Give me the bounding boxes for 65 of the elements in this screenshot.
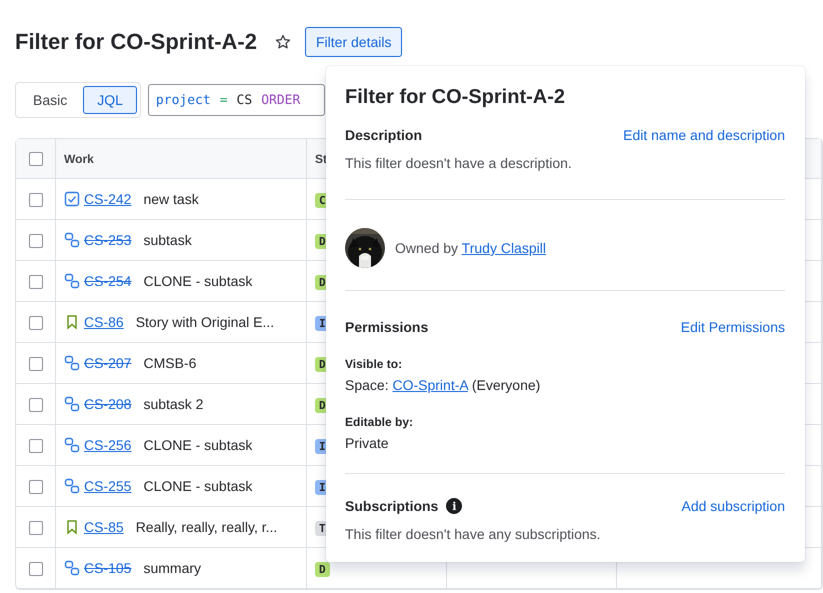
owner-link[interactable]: Trudy Claspill <box>462 240 546 256</box>
row-checkbox[interactable] <box>28 357 42 372</box>
issue-key-link[interactable]: CS-105 <box>84 560 132 576</box>
edit-description-link[interactable]: Edit name and description <box>623 127 785 143</box>
issue-summary: CMSB-6 <box>143 355 196 371</box>
issue-summary: summary <box>143 560 202 576</box>
jql-field[interactable]: project = CS ORDER <box>148 84 325 116</box>
info-icon[interactable]: i <box>446 498 462 514</box>
row-checkbox[interactable] <box>28 234 42 248</box>
issue-summary: Really, really, really, r... <box>136 519 278 535</box>
issue-summary: new task <box>143 191 199 207</box>
row-checkbox[interactable] <box>28 316 42 330</box>
space-link[interactable]: CO-Sprint-A <box>392 377 468 393</box>
issue-key-link[interactable]: CS-253 <box>84 232 132 248</box>
issue-key-link[interactable]: CS-208 <box>84 396 132 412</box>
issue-key-link[interactable]: CS-242 <box>84 191 132 207</box>
issue-summary: CLONE - subtask <box>143 437 252 453</box>
issue-summary: CLONE - subtask <box>143 273 252 289</box>
issue-summary: Story with Original E... <box>136 314 274 330</box>
row-checkbox[interactable] <box>28 275 42 290</box>
column-header[interactable]: Work <box>64 152 94 166</box>
select-all-checkbox[interactable] <box>28 152 42 166</box>
issue-summary: CLONE - subtask <box>143 478 252 494</box>
row-checkbox[interactable] <box>28 439 42 454</box>
mode-tab[interactable]: JQL <box>83 86 137 114</box>
section-heading: Subscriptions <box>345 498 438 514</box>
field-label: Visible to: <box>345 357 404 371</box>
subtask-icon <box>64 560 80 576</box>
row-checkbox[interactable] <box>28 480 42 494</box>
issue-key-link[interactable]: CS-207 <box>84 355 132 371</box>
section-heading: Description <box>345 127 422 143</box>
status-lozenge: D <box>315 562 330 576</box>
star-icon[interactable] <box>275 34 291 50</box>
row-checkbox[interactable] <box>28 521 42 536</box>
row-checkbox[interactable] <box>28 562 42 576</box>
subtask-icon <box>64 355 80 371</box>
checkbox-task-icon <box>64 191 80 207</box>
description-text: This filter doesn't have a description. <box>345 155 573 171</box>
issue-summary: subtask 2 <box>143 396 204 412</box>
subtask-icon <box>64 478 80 494</box>
issue-key-link[interactable]: CS-254 <box>84 273 132 289</box>
issue-key-link[interactable]: CS-86 <box>84 314 124 330</box>
subtask-icon <box>64 232 80 248</box>
popover-title: Filter for CO-Sprint-A-2 <box>345 86 566 109</box>
subtask-icon <box>64 396 80 412</box>
filter-details-button[interactable]: Filter details <box>305 27 402 57</box>
issue-summary: subtask <box>143 232 192 248</box>
mode-tab[interactable]: Basic <box>19 86 82 114</box>
page-title: Filter for CO-Sprint-A-2 <box>15 29 257 55</box>
issue-key-link[interactable]: CS-255 <box>84 478 132 494</box>
subtask-icon <box>64 273 80 289</box>
subtask-icon <box>64 437 80 453</box>
visibility-text: Space: CO-Sprint-A (Everyone) <box>345 377 542 393</box>
owner-text: Owned by Trudy Claspill <box>395 240 546 256</box>
field-label: Editable by: <box>345 415 414 429</box>
row-checkbox[interactable] <box>28 398 42 412</box>
editable-value: Private <box>345 435 390 451</box>
subscriptions-text: This filter doesn't have any subscriptions. <box>345 526 602 542</box>
row-checkbox[interactable] <box>28 193 42 208</box>
issue-key-link[interactable]: CS-256 <box>84 437 132 453</box>
edit-permissions-link[interactable]: Edit Permissions <box>680 319 785 335</box>
add-subscription-link[interactable]: Add subscription <box>681 498 785 514</box>
section-heading: Permissions <box>345 319 428 335</box>
column-header[interactable]: St <box>315 152 327 166</box>
issue-key-link[interactable]: CS-85 <box>84 519 124 535</box>
